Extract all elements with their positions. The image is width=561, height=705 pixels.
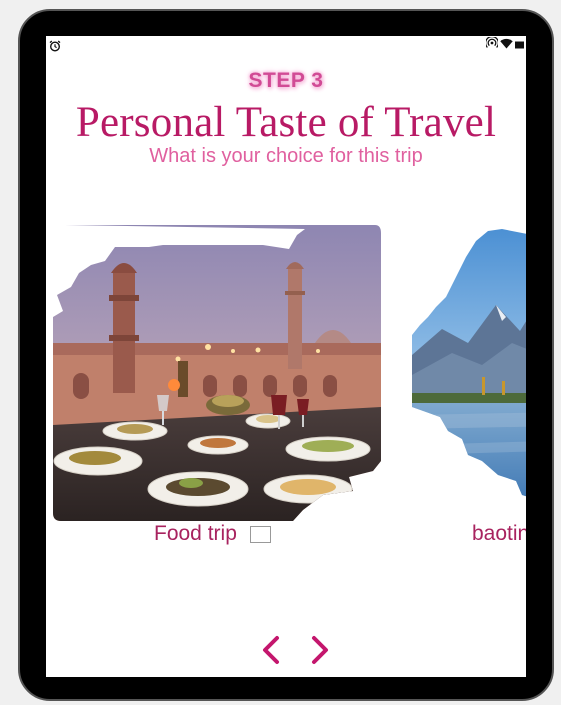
status-bar — [46, 36, 526, 54]
next-button[interactable] — [304, 634, 334, 666]
step-label: STEP 3 — [248, 69, 324, 92]
food-trip-label: Food trip — [154, 522, 237, 545]
alarm-icon — [49, 39, 61, 52]
page-subtitle: What is your choice for this trip — [149, 145, 423, 167]
food-trip-checkbox[interactable] — [249, 525, 271, 543]
chevron-left-icon — [263, 636, 279, 664]
option-label-food-trip[interactable]: Food trip — [154, 522, 271, 546]
option-label-baoting[interactable]: baoting — [472, 522, 526, 546]
chevron-right-icon — [312, 636, 328, 664]
hotspot-icon — [485, 36, 499, 54]
lake-mountain-photo — [412, 229, 526, 501]
prev-button[interactable] — [257, 634, 287, 666]
food-table-photo — [53, 225, 381, 521]
baoting-label: baoting — [472, 522, 526, 545]
app-screen: STEP 3 Personal Taste of Travel What is … — [46, 36, 526, 677]
wifi-icon — [500, 36, 513, 54]
battery-icon — [515, 36, 524, 54]
page-title: Personal Taste of Travel — [75, 99, 497, 146]
